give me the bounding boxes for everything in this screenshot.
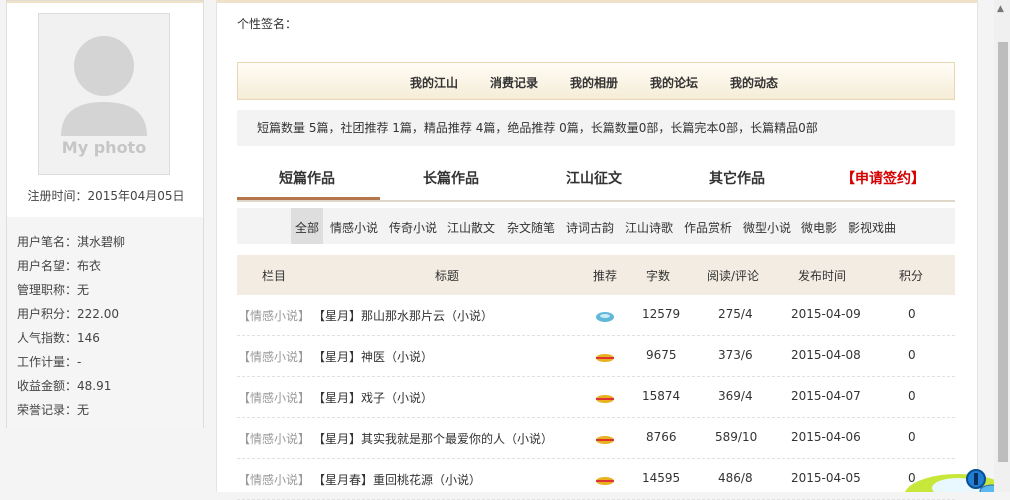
- row-title-link[interactable]: 【星月】那山那水那片云（小说）: [313, 307, 493, 324]
- category-micro-film[interactable]: 微电影: [801, 219, 837, 236]
- row-date: 2015-04-05: [791, 471, 861, 485]
- row-score: 0: [908, 389, 916, 403]
- category-essay[interactable]: 杂文随笔: [507, 219, 555, 236]
- stat-workload: 工作计量：-: [17, 355, 82, 369]
- row-words: 8766: [646, 430, 677, 444]
- category-classical-poetry[interactable]: 诗词古韵: [566, 219, 614, 236]
- stat-reputation: 用户名望：布衣: [17, 259, 102, 273]
- header-score: 积分: [899, 269, 924, 283]
- row-category-link[interactable]: 【情感小说】: [238, 307, 310, 324]
- category-emotion-novel[interactable]: 情感小说: [330, 219, 378, 236]
- stat-title: 管理职称：无: [17, 283, 90, 297]
- tab-contest[interactable]: 江山征文: [566, 168, 622, 188]
- nav-activity[interactable]: 我的动态: [730, 74, 778, 91]
- row-score: 0: [908, 307, 916, 321]
- nav-my-jiangshan[interactable]: 我的江山: [410, 74, 458, 91]
- nav-forum[interactable]: 我的论坛: [650, 74, 698, 91]
- row-score: 0: [908, 430, 916, 444]
- nav-consumption[interactable]: 消费记录: [490, 74, 538, 91]
- table-header: 栏目 标题 推荐 字数 阅读/评论 发布时间 积分: [237, 255, 955, 295]
- signature-label: 个性签名：: [237, 17, 298, 31]
- row-reads: 486/8: [718, 471, 753, 485]
- works-summary: 短篇数量 5篇，社团推荐 1篇，精品推荐 4篇，绝品推荐 0篇，长篇数量0部，长…: [237, 110, 955, 146]
- header-recommend: 推荐: [593, 269, 618, 283]
- stat-points: 用户积分：222.00: [17, 307, 119, 321]
- category-film-opera[interactable]: 影视戏曲: [848, 219, 896, 236]
- tab-short-works[interactable]: 短篇作品: [279, 168, 335, 188]
- stat-honors: 荣誉记录：无: [17, 403, 90, 417]
- recommend-stripe-icon: [596, 395, 614, 403]
- mascot-widget-icon[interactable]: [900, 462, 994, 492]
- header-title: 标题: [435, 269, 460, 283]
- row-score: 0: [908, 348, 916, 362]
- tab-apply-sign[interactable]: 【申请签约】: [841, 168, 925, 188]
- row-category-link[interactable]: 【情感小说】: [238, 471, 310, 488]
- stat-earnings: 收益金额：48.91: [17, 379, 112, 393]
- header-words: 字数: [646, 269, 671, 283]
- row-category-link[interactable]: 【情感小说】: [238, 348, 310, 365]
- row-title-link[interactable]: 【星月】其实我就是那个最爱你的人（小说）: [313, 430, 553, 447]
- tab-long-works[interactable]: 长篇作品: [423, 168, 479, 188]
- profile-stats: 用户笔名：淇水碧柳 用户名望：布衣 管理职称：无 用户积分：222.00 人气指…: [7, 217, 203, 428]
- row-words: 12579: [642, 307, 681, 321]
- row-title-link[interactable]: 【星月】戏子（小说）: [313, 389, 433, 406]
- row-date: 2015-04-07: [791, 389, 861, 403]
- category-micro-novel[interactable]: 微型小说: [743, 219, 791, 236]
- row-words: 15874: [642, 389, 681, 403]
- row-words: 9675: [646, 348, 677, 362]
- category-filter: 全部 情感小说 传奇小说 江山散文 杂文随笔 诗词古韵 江山诗歌 作品赏析 微型…: [237, 208, 955, 244]
- recommend-stripe-icon: [596, 477, 614, 485]
- registration-time: 注册时间：2015年04月05日: [27, 189, 185, 203]
- profile-nav: 我的江山 消费记录 我的相册 我的论坛 我的动态: [237, 62, 955, 100]
- category-poetry[interactable]: 江山诗歌: [625, 219, 673, 236]
- row-words: 14595: [642, 471, 681, 485]
- row-title-link[interactable]: 【星月春】重回桃花源（小说）: [313, 471, 481, 488]
- header-category: 栏目: [262, 269, 287, 283]
- tab-other-works[interactable]: 其它作品: [709, 168, 765, 188]
- stat-pen-name: 用户笔名：淇水碧柳: [17, 235, 126, 249]
- recommend-stripe-icon: [596, 436, 614, 444]
- row-reads: 275/4: [718, 307, 753, 321]
- row-category-link[interactable]: 【情感小说】: [238, 430, 310, 447]
- category-appreciation[interactable]: 作品赏析: [684, 219, 732, 236]
- profile-panel: My photo 注册时间：2015年04月05日 用户笔名：淇水碧柳 用户名望…: [6, 0, 204, 428]
- works-tabs: 短篇作品 长篇作品 江山征文 其它作品 【申请签约】: [237, 156, 955, 202]
- table-row: 【情感小说】 【星月】神医（小说） 9675 373/6 2015-04-08 …: [237, 336, 955, 377]
- recommend-jade-icon: [596, 312, 614, 322]
- row-date: 2015-04-06: [791, 430, 861, 444]
- avatar-label: My photo: [61, 138, 147, 157]
- nav-album[interactable]: 我的相册: [570, 74, 618, 91]
- table-row: 【情感小说】 【星月】戏子（小说） 15874 369/4 2015-04-07…: [237, 377, 955, 418]
- profile-top-bar: [7, 1, 203, 3]
- row-date: 2015-04-08: [791, 348, 861, 362]
- row-reads: 373/6: [718, 348, 753, 362]
- scroll-up-arrow-icon[interactable]: ▲: [997, 4, 1004, 14]
- category-legend-novel[interactable]: 传奇小说: [389, 219, 437, 236]
- recommend-stripe-icon: [596, 354, 614, 362]
- row-title-link[interactable]: 【星月】神医（小说）: [313, 348, 433, 365]
- category-prose[interactable]: 江山散文: [447, 219, 495, 236]
- avatar[interactable]: My photo: [38, 13, 170, 175]
- main-panel: 个性签名： 我的江山 消费记录 我的相册 我的论坛 我的动态 短篇数量 5篇，社…: [216, 0, 978, 500]
- stat-popularity: 人气指数：146: [17, 331, 100, 345]
- row-reads: 589/10: [715, 430, 758, 444]
- header-date: 发布时间: [798, 269, 847, 283]
- table-row: 【情感小说】 【星月】那山那水那片云（小说） 12579 275/4 2015-…: [237, 295, 955, 336]
- main-top-bar: [217, 0, 977, 3]
- row-date: 2015-04-09: [791, 307, 861, 321]
- header-reads: 阅读/评论: [707, 269, 760, 283]
- row-category-link[interactable]: 【情感小说】: [238, 389, 310, 406]
- row-reads: 369/4: [718, 389, 753, 403]
- table-row: 【情感小说】 【星月】其实我就是那个最爱你的人（小说） 8766 589/10 …: [237, 418, 955, 459]
- active-tab-indicator: [237, 197, 380, 200]
- table-row: 【情感小说】 【星月春】重回桃花源（小说） 14595 486/8 2015-0…: [237, 459, 955, 500]
- category-all[interactable]: 全部: [295, 219, 319, 236]
- scrollbar-thumb[interactable]: [998, 42, 1008, 462]
